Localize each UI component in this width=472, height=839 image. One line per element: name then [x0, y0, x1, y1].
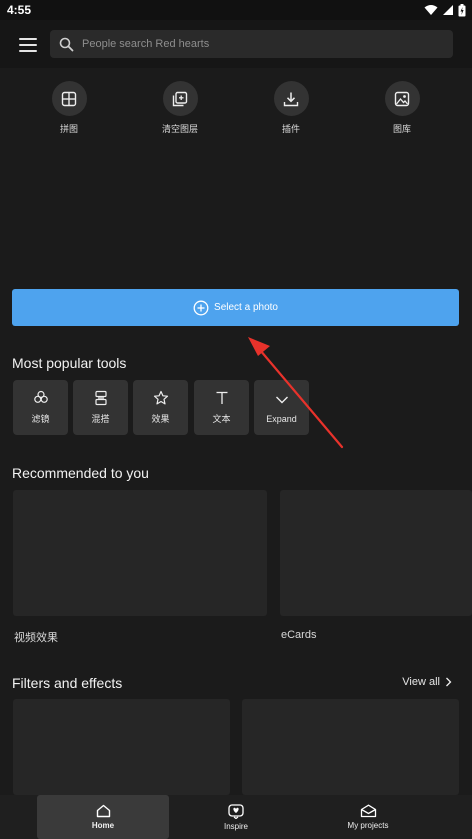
inspire-icon	[228, 803, 244, 819]
popular-tools-title: Most popular tools	[12, 355, 127, 371]
tool-blend[interactable]: 混搭	[73, 380, 128, 435]
nav-label: Inspire	[223, 821, 248, 831]
top-bar: People search Red hearts	[0, 20, 472, 68]
status-time: 4:55	[7, 3, 32, 17]
select-photo-button[interactable]: Select a photo	[12, 289, 459, 326]
quick-action-label: 拼图	[59, 124, 78, 134]
nav-my-projects[interactable]: My projects	[312, 795, 424, 839]
recommended-title: Recommended to you	[12, 465, 149, 481]
clear-layers-icon	[162, 81, 198, 116]
quick-action-collage[interactable]: 拼图	[34, 81, 104, 135]
chevron-right-icon	[446, 677, 452, 687]
status-bar: 4:55	[0, 0, 472, 20]
nav-inspire[interactable]: Inspire	[180, 795, 292, 839]
blend-icon	[94, 390, 107, 406]
nav-label: My projects	[347, 821, 389, 830]
recommended-card-ecards[interactable]	[280, 490, 472, 616]
recommended-card-label: eCards	[281, 629, 317, 641]
text-icon	[216, 391, 227, 404]
quick-action-clear-layers[interactable]: 清空图层	[145, 81, 215, 135]
status-icons	[424, 3, 466, 17]
filter-card[interactable]	[242, 699, 459, 795]
tool-label: 文本	[212, 414, 231, 424]
tool-filter[interactable]: 滤镜	[13, 380, 68, 435]
collage-icon	[51, 81, 87, 116]
menu-icon[interactable]	[19, 38, 37, 52]
select-photo-label: Select a photo	[214, 302, 278, 313]
nav-label: Home	[91, 821, 115, 830]
tool-label: 滤镜	[31, 414, 50, 424]
home-icon	[96, 804, 110, 818]
download-icon	[273, 81, 309, 116]
battery-icon	[458, 3, 466, 16]
quick-action-plugins[interactable]: 插件	[256, 81, 326, 135]
signal-icon	[443, 5, 453, 15]
tool-label: 混搭	[91, 414, 110, 424]
projects-icon	[360, 804, 376, 818]
filter-card[interactable]	[13, 699, 230, 795]
quick-action-label: 图库	[392, 124, 411, 134]
tool-effects[interactable]: 效果	[133, 380, 188, 435]
star-icon	[153, 390, 168, 405]
view-all-link[interactable]: View all	[402, 676, 452, 688]
filters-title: Filters and effects	[12, 675, 123, 691]
quick-action-label: 插件	[281, 124, 300, 134]
search-placeholder: People search Red hearts	[82, 38, 210, 50]
filter-icon	[33, 390, 48, 403]
quick-action-label: 清空图层	[161, 124, 198, 134]
search-input[interactable]: People search Red hearts	[50, 30, 453, 58]
quick-action-gallery[interactable]: 图库	[367, 81, 437, 135]
view-all-label: View all	[402, 676, 440, 688]
nav-home[interactable]: Home	[37, 795, 169, 839]
search-icon	[59, 37, 74, 51]
add-circle-icon	[193, 300, 209, 315]
recommended-card-video-effects[interactable]	[13, 490, 267, 616]
recommended-card-label: 视频效果	[14, 632, 58, 644]
wifi-icon	[424, 5, 438, 15]
gallery-icon	[384, 81, 420, 116]
annotation-arrow-icon	[248, 337, 344, 449]
tool-label: 效果	[151, 414, 170, 424]
bottom-nav: Home Inspire My projects	[0, 795, 472, 839]
